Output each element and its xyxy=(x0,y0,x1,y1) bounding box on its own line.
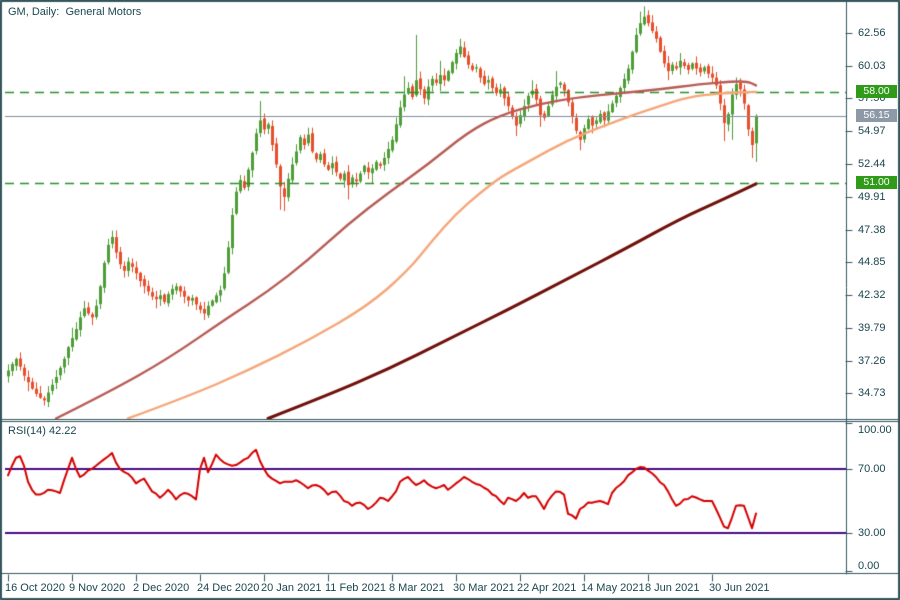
date-axis-label: 20 Jan 2021 xyxy=(261,582,322,595)
rsi-axis-label: 0.00 xyxy=(858,560,879,573)
price-axis-label: 37.26 xyxy=(858,355,886,368)
price-axis-label: 62.56 xyxy=(858,27,886,40)
date-axis-label: 24 Dec 2020 xyxy=(197,582,259,595)
trading-chart-window: GM, Daily: General Motors RSI(14) 42.22 … xyxy=(0,0,900,600)
resistance-price-tag: 58.00 xyxy=(856,85,897,98)
current-price-tag: 56.15 xyxy=(856,109,897,122)
price-axis-label: 42.32 xyxy=(858,289,886,302)
price-axis-label: 34.73 xyxy=(858,387,886,400)
price-axis-label: 49.91 xyxy=(858,191,886,204)
date-axis-label: 22 Apr 2021 xyxy=(517,582,576,595)
rsi-axis-label: 100.00 xyxy=(858,424,892,437)
date-axis-label: 8 Mar 2021 xyxy=(389,582,445,595)
date-axis-label: 2 Dec 2020 xyxy=(133,582,189,595)
price-axis-label: 60.03 xyxy=(858,60,886,73)
date-axis-label: 30 Mar 2021 xyxy=(453,582,515,595)
date-axis-label: 30 Jun 2021 xyxy=(709,582,770,595)
price-axis-label: 54.97 xyxy=(858,125,886,138)
date-axis-label: 8 Jun 2021 xyxy=(645,582,699,595)
date-axis-label: 14 May 2021 xyxy=(581,582,645,595)
price-axis-label: 52.44 xyxy=(858,158,886,171)
price-axis-label: 47.38 xyxy=(858,224,886,237)
date-axis-label: 16 Oct 2020 xyxy=(5,582,65,595)
support-price-tag: 51.00 xyxy=(856,176,897,189)
price-chart-canvas[interactable] xyxy=(0,0,900,600)
chart-title: GM, Daily: General Motors xyxy=(8,6,141,19)
date-axis-label: 9 Nov 2020 xyxy=(69,582,125,595)
rsi-axis-label: 70.00 xyxy=(858,463,886,476)
date-axis-label: 11 Feb 2021 xyxy=(325,582,386,595)
rsi-axis-label: 30.00 xyxy=(858,527,886,540)
price-axis-label: 44.85 xyxy=(858,256,886,269)
price-axis-label: 39.79 xyxy=(858,322,886,335)
rsi-indicator-label: RSI(14) 42.22 xyxy=(8,425,76,438)
